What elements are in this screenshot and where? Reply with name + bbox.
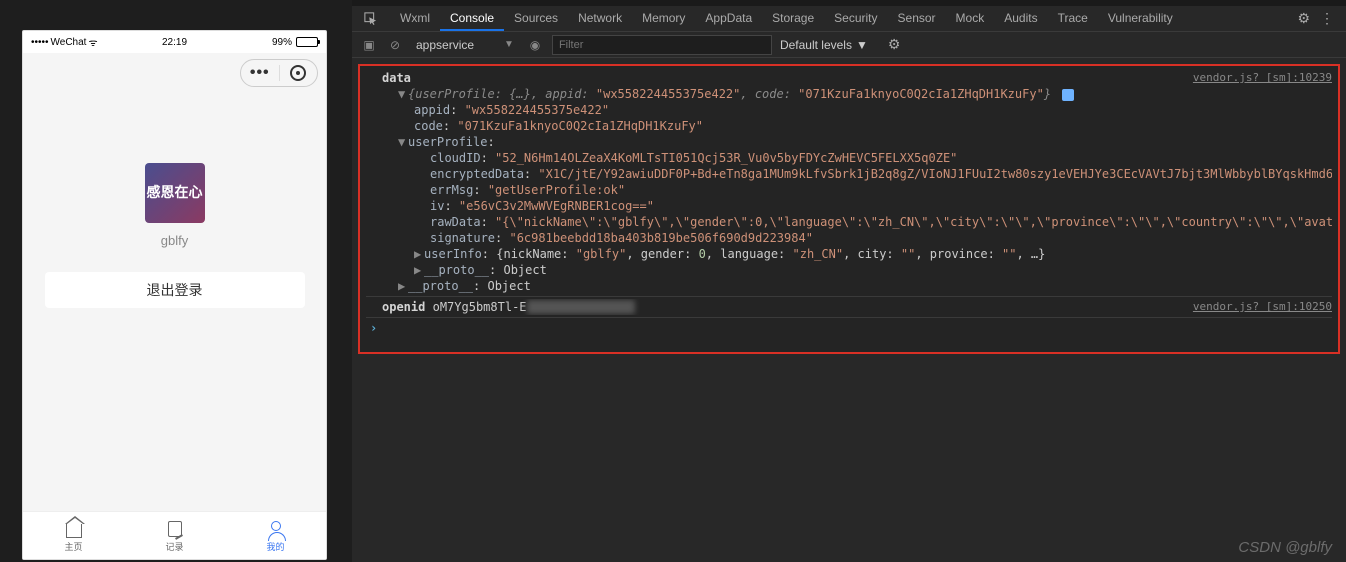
close-target-icon[interactable] xyxy=(280,65,318,81)
tab-storage[interactable]: Storage xyxy=(762,7,824,31)
console-output-wrap: data vendor.js? [sm]:10239 ▼{userProfile… xyxy=(352,58,1346,562)
capsule-menu[interactable]: ••• xyxy=(240,59,318,87)
tab-bar: 主页 记录 我的 xyxy=(23,511,326,559)
copy-icon[interactable] xyxy=(1062,89,1074,101)
tab-appdata[interactable]: AppData xyxy=(695,7,762,31)
battery-icon xyxy=(296,37,318,47)
phone-simulator: ••••• WeChat ᯤ 22:19 99% ••• 感恩在心 gblfy … xyxy=(22,30,327,560)
tab-audits[interactable]: Audits xyxy=(994,7,1047,31)
log-levels-selector[interactable]: Default levels ▼ xyxy=(780,38,868,52)
logout-button[interactable]: 退出登录 xyxy=(45,272,305,308)
tab-trace[interactable]: Trace xyxy=(1048,7,1098,31)
tab-vulnerability[interactable]: Vulnerability xyxy=(1098,7,1183,31)
tab-mock[interactable]: Mock xyxy=(946,7,995,31)
note-icon xyxy=(165,519,185,539)
clear-console-icon[interactable]: ⊘ xyxy=(386,36,404,54)
source-link[interactable]: vendor.js? [sm]:10239 xyxy=(1193,70,1332,86)
avatar[interactable]: 感恩在心 xyxy=(145,163,205,223)
menu-dots-icon[interactable]: ••• xyxy=(241,64,279,82)
wifi-icon: ᯤ xyxy=(88,35,97,49)
tab-console[interactable]: Console xyxy=(440,7,504,31)
tab-memory[interactable]: Memory xyxy=(632,7,695,31)
tab-network[interactable]: Network xyxy=(568,7,632,31)
chevron-down-icon: ▼ xyxy=(504,39,514,50)
console-output[interactable]: data vendor.js? [sm]:10239 ▼{userProfile… xyxy=(358,64,1340,354)
console-settings-icon[interactable]: ⚙ xyxy=(884,36,905,53)
tab-mine[interactable]: 我的 xyxy=(225,512,326,559)
devtools-tabs: WxmlConsoleSourcesNetworkMemoryAppDataSt… xyxy=(390,7,1183,31)
tab-sources[interactable]: Sources xyxy=(504,7,568,31)
tab-wxml[interactable]: Wxml xyxy=(390,7,440,31)
context-selector[interactable]: appservice▼ xyxy=(412,38,518,52)
console-toolbar: ▣ ⊘ appservice▼ ◉ Default levels ▼ ⚙ xyxy=(352,32,1346,58)
clock: 22:19 xyxy=(162,37,187,48)
status-bar: ••••• WeChat ᯤ 22:19 99% xyxy=(23,31,326,53)
source-link[interactable]: vendor.js? [sm]:10250 xyxy=(1193,299,1332,315)
console-prompt[interactable]: › xyxy=(366,321,377,335)
tab-sensor[interactable]: Sensor xyxy=(888,7,946,31)
tab-security[interactable]: Security xyxy=(824,7,887,31)
settings-gear-icon[interactable]: ⚙ xyxy=(1293,10,1314,27)
person-icon xyxy=(266,519,286,539)
username-label: gblfy xyxy=(161,233,188,248)
battery-percent: 99% xyxy=(272,37,292,48)
inspect-icon[interactable] xyxy=(360,8,382,30)
live-expression-icon[interactable]: ◉ xyxy=(526,36,544,54)
signal-dots: ••••• xyxy=(31,37,49,48)
tab-record[interactable]: 记录 xyxy=(124,512,225,559)
devtools-panel: WxmlConsoleSourcesNetworkMemoryAppDataSt… xyxy=(352,0,1346,562)
toggle-sidebar-icon[interactable]: ▣ xyxy=(360,36,378,54)
chevron-down-icon: ▼ xyxy=(856,38,868,52)
tab-home[interactable]: 主页 xyxy=(23,512,124,559)
watermark: CSDN @gblfy xyxy=(1238,539,1332,556)
more-menu-icon[interactable]: ⋮ xyxy=(1316,10,1338,27)
carrier-label: WeChat xyxy=(51,37,87,48)
devtools-tabs-row: WxmlConsoleSourcesNetworkMemoryAppDataSt… xyxy=(352,6,1346,32)
filter-input[interactable] xyxy=(552,35,772,55)
page-content: 感恩在心 gblfy 退出登录 xyxy=(23,53,326,511)
home-icon xyxy=(64,519,84,539)
